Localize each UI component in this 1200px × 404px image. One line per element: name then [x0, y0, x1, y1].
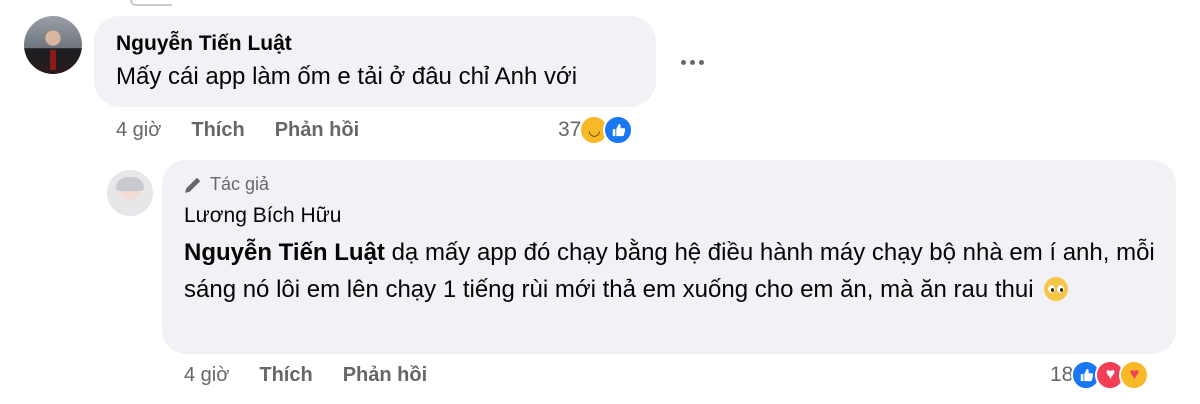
care-icon: ♥: [1119, 360, 1150, 390]
reply-actions: 4 giờ Thích Phản hồi: [184, 364, 427, 387]
comment-author-name[interactable]: Nguyễn Tiến Luật: [116, 32, 292, 56]
reaction-count: 18: [1050, 363, 1074, 386]
reply-bubble: Tác giả Lương Bích Hữu Nguyễn Tiến Luật …: [162, 160, 1176, 354]
comment-timestamp[interactable]: 4 giờ: [116, 119, 161, 142]
reaction-summary[interactable]: 18 ♥ ♥: [1050, 360, 1150, 390]
comment-actions: 4 giờ Thích Phản hồi: [116, 119, 359, 142]
like-button[interactable]: Thích: [259, 364, 312, 387]
reply-button[interactable]: Phản hồi: [343, 364, 427, 387]
avatar[interactable]: [24, 16, 82, 74]
author-badge-label: Tác giả: [210, 174, 270, 194]
pencil-icon: [185, 177, 201, 193]
avatar[interactable]: [107, 170, 153, 216]
reaction-summary[interactable]: 37 ◡: [558, 115, 634, 145]
comment-bubble: Nguyễn Tiến Luật Mấy cái app làm ốm e tả…: [94, 16, 656, 107]
like-button[interactable]: Thích: [191, 119, 244, 142]
comment-text: Mấy cái app làm ốm e tải ở đâu chỉ Anh v…: [116, 63, 578, 90]
pleading-face-icon: [1044, 277, 1069, 301]
dot-icon: [698, 59, 704, 65]
reply-timestamp[interactable]: 4 giờ: [184, 364, 229, 387]
thread-connector-line: [130, 0, 172, 6]
reaction-count: 37: [558, 118, 582, 141]
dot-icon: [680, 59, 686, 65]
dot-icon: [689, 59, 695, 65]
avatar-detail: [116, 177, 144, 191]
author-badge: Tác giả: [184, 174, 269, 195]
avatar-detail: [50, 50, 56, 70]
comment-thread: Nguyễn Tiến Luật Mấy cái app làm ốm e tả…: [0, 0, 1200, 404]
reply-author-name[interactable]: Lương Bích Hữu: [184, 204, 341, 228]
more-options-button[interactable]: [676, 50, 708, 74]
reply-button[interactable]: Phản hồi: [275, 119, 359, 142]
reply-text: Nguyễn Tiến Luật dạ mấy app đó chạy bằng…: [184, 234, 1159, 308]
like-icon: [603, 115, 634, 145]
mention-link[interactable]: Nguyễn Tiến Luật: [184, 239, 385, 266]
